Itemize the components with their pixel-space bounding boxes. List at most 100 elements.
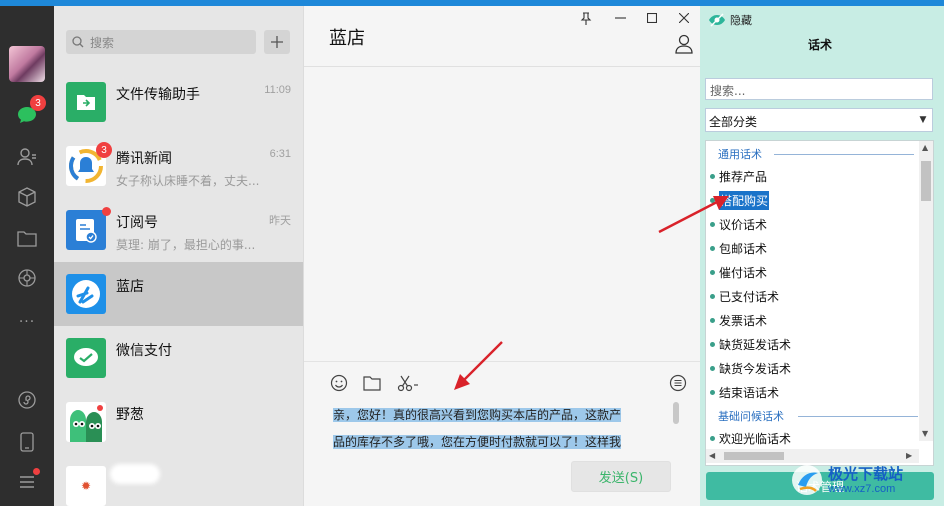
favorites-cube-icon[interactable]: [13, 183, 41, 211]
category-header[interactable]: 基础问候话术: [718, 407, 918, 425]
hide-button[interactable]: 隐藏: [708, 12, 752, 28]
mini-program-icon[interactable]: [13, 386, 41, 414]
category-label: 通用话术: [718, 148, 762, 161]
hide-label: 隐藏: [730, 14, 752, 27]
phrase-label: 结束语话术: [719, 385, 780, 400]
scroll-left-icon[interactable]: ◀: [709, 451, 715, 460]
input-scrollbar[interactable]: [673, 402, 679, 424]
yecong-avatar: [66, 402, 106, 442]
pin-icon[interactable]: [576, 10, 596, 26]
phrase-label: 缺货今发话术: [719, 361, 792, 376]
chat-item-name: 野葱: [116, 407, 144, 423]
menu-icon[interactable]: [13, 468, 41, 496]
screenshot-scissors-icon[interactable]: [394, 372, 424, 394]
bullet-icon: [710, 269, 715, 275]
phrase-item[interactable]: 欢迎光临话术: [710, 427, 791, 449]
search-icon: [72, 36, 84, 48]
unread-dot: [102, 207, 111, 216]
phrase-item[interactable]: 包邮话术: [710, 237, 767, 259]
bullet-icon: [710, 317, 715, 323]
redacted-name-blur: [110, 464, 160, 484]
chat-item-yecong[interactable]: 野葱: [54, 390, 303, 454]
menu-badge-dot: [33, 468, 40, 475]
chat-item-name: 微信支付: [116, 343, 172, 359]
bullet-icon: [710, 173, 715, 179]
chat-history-icon[interactable]: [667, 372, 689, 394]
search-box[interactable]: 搜索: [66, 30, 256, 54]
sidebar-rail: 3 ···: [0, 6, 54, 506]
chat-item-name: 文件传输助手: [116, 87, 200, 103]
folder-send-icon[interactable]: [361, 372, 383, 394]
phrase-tree: 通用话术 推荐产品 搭配购买 议价话术 包邮话术 催付话术 已支付话术 发票话术…: [705, 140, 934, 466]
phrase-item[interactable]: 缺货延发话术: [710, 333, 791, 355]
more-dots-icon[interactable]: ···: [13, 308, 41, 336]
chat-item-redacted[interactable]: ✹: [54, 454, 303, 506]
chat-item-preview: 女子称认床睡不着，丈夫...: [116, 174, 260, 188]
phrase-label: 包邮话术: [719, 241, 768, 256]
chat-item-landian[interactable]: 蓝店: [54, 262, 303, 326]
conversation-title: 蓝店: [329, 28, 365, 49]
phrase-item[interactable]: 缺货今发话术: [710, 357, 791, 379]
chat-item-name: 腾讯新闻: [116, 151, 172, 167]
bullet-icon: [710, 435, 715, 441]
scroll-up-icon[interactable]: ▲: [922, 143, 928, 152]
phrase-label: 发票话术: [719, 313, 768, 328]
category-label: 基础问候话术: [718, 410, 784, 423]
phrase-item[interactable]: 催付话术: [710, 261, 767, 283]
chat-item-subscriptions[interactable]: 订阅号 昨天 莫理: 崩了，最担心的事...: [54, 198, 303, 262]
phrase-label: 推荐产品: [719, 169, 768, 184]
phrase-label: 欢迎光临话术: [719, 431, 792, 446]
scrollbar-thumb[interactable]: [724, 452, 784, 460]
chat-item-time: 11:09: [264, 84, 291, 96]
add-button[interactable]: [264, 30, 290, 54]
chat-info-person-icon[interactable]: [674, 34, 694, 58]
phrase-search-input[interactable]: 搜索...: [705, 78, 933, 100]
redacted-avatar: ✹: [66, 466, 106, 506]
chat-item-file-transfer[interactable]: 文件传输助手 11:09: [54, 70, 303, 134]
tree-vertical-scrollbar[interactable]: ▲ ▼: [919, 141, 933, 441]
unread-badge: 3: [96, 142, 112, 158]
chat-item-time: 6:31: [269, 148, 291, 160]
subscriptions-avatar: [66, 210, 106, 250]
chat-icon[interactable]: 3: [13, 95, 46, 129]
phrases-panel: 隐藏 话术 搜索... 全部分类 ▼ 通用话术 推荐产品 搭配购买 议价话术 包…: [700, 6, 944, 506]
scrollbar-thumb[interactable]: [921, 161, 931, 201]
phrase-item[interactable]: 推荐产品: [710, 165, 767, 187]
phone-icon[interactable]: [13, 428, 41, 456]
watermark: 极光下载站 www.xz7.com: [790, 458, 940, 502]
category-rule: [798, 416, 918, 417]
chat-item-tencent-news[interactable]: 3 腾讯新闻 6:31 女子称认床睡不着，丈夫...: [54, 134, 303, 198]
category-select[interactable]: 全部分类 ▼: [705, 108, 933, 132]
search-placeholder: 搜索: [90, 35, 115, 50]
message-input[interactable]: 亲，您好！真的很高兴看到您购买本店的产品，这款产 品的库存不多了哦，您在方便时付…: [333, 402, 671, 456]
phrase-label: 已支付话术: [719, 289, 780, 304]
conversation-panel: 蓝店 亲，您好！真的很高兴看到您购买本店的产品，这款产 品的库存不多了哦，您在方…: [303, 6, 701, 506]
panel-title: 话术: [807, 38, 832, 52]
chat-item-wechat-pay[interactable]: 微信支付: [54, 326, 303, 390]
bullet-icon: [710, 389, 715, 395]
annotation-arrow-input: [454, 341, 503, 390]
phrase-item[interactable]: 结束语话术: [710, 381, 779, 403]
category-header[interactable]: 通用话术: [718, 145, 914, 163]
bullet-icon: [710, 365, 715, 371]
avatar[interactable]: [9, 46, 45, 82]
phrase-item[interactable]: 已支付话术: [710, 285, 779, 307]
emoji-icon[interactable]: [328, 372, 350, 394]
phrase-item[interactable]: 发票话术: [710, 309, 767, 331]
scroll-down-icon[interactable]: ▼: [922, 429, 928, 438]
contacts-icon[interactable]: [13, 143, 41, 171]
header-divider: [304, 66, 701, 67]
minimize-icon[interactable]: [610, 10, 630, 26]
category-rule: [774, 154, 914, 155]
eye-hidden-icon: [709, 13, 725, 27]
chat-item-time: 昨天: [269, 215, 291, 227]
watermark-url: www.xz7.com: [828, 483, 896, 495]
chat-item-name: 蓝店: [116, 279, 144, 295]
close-icon[interactable]: [674, 10, 694, 26]
moments-icon[interactable]: [13, 264, 41, 292]
folder-icon[interactable]: [13, 224, 41, 252]
send-button[interactable]: 发送(S): [571, 461, 671, 492]
maximize-icon[interactable]: [642, 10, 662, 26]
watermark-name: 极光下载站: [828, 465, 904, 483]
annotation-arrow-phrase: [658, 196, 729, 234]
